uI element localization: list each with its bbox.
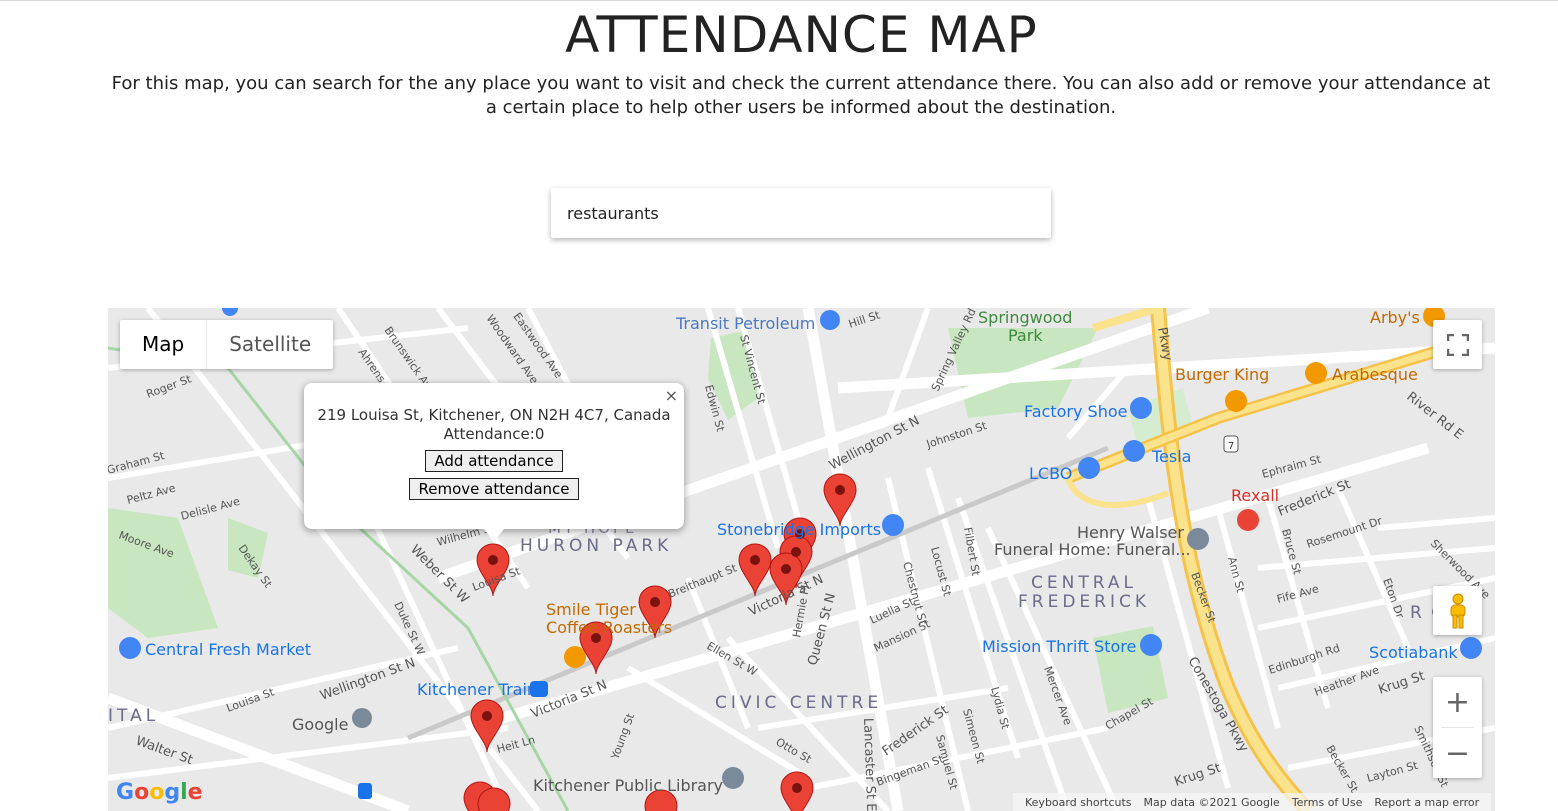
logo-letter: o: [149, 780, 165, 805]
map-data-attribution: Map data ©2021 Google: [1143, 795, 1280, 809]
label-civic-centre: CIVIC CENTRE: [715, 693, 882, 713]
label-lcbo: LCBO: [1029, 464, 1072, 483]
pharmacy-icon: [1237, 509, 1259, 531]
label-factory-shoe: Factory Shoe: [1024, 402, 1127, 421]
logo-letter: e: [187, 780, 203, 805]
label-central-fresh-market: Central Fresh Market: [145, 640, 311, 659]
label-arbys: Arby's: [1370, 308, 1420, 327]
info-window-close-icon[interactable]: ×: [665, 386, 678, 405]
info-window-attendance: Attendance:0: [443, 425, 545, 443]
map-type-satellite-button[interactable]: Satellite: [206, 320, 333, 369]
label-arabesque: Arabesque: [1332, 365, 1418, 384]
shopping-icon: [119, 637, 141, 659]
add-attendance-button[interactable]: Add attendance: [425, 450, 563, 472]
place-search-input[interactable]: [551, 188, 1051, 238]
fullscreen-button[interactable]: [1433, 320, 1482, 369]
label-scotiabank: Scotiabank: [1369, 643, 1458, 662]
shopping-icon: [1078, 457, 1100, 479]
remove-attendance-button[interactable]: Remove attendance: [409, 478, 579, 500]
zoom-control: + −: [1433, 677, 1482, 778]
restaurant-icon: [1305, 362, 1327, 384]
library-icon: [722, 767, 744, 789]
street-view-pegman-button[interactable]: [1433, 586, 1482, 635]
logo-letter: o: [134, 780, 150, 805]
info-window-address: 219 Louisa St, Kitchener, ON N2H 4C7, Ca…: [317, 406, 671, 424]
place-info-window: × 219 Louisa St, Kitchener, ON N2H 4C7, …: [304, 383, 684, 541]
label-henry-walser: Funeral Home: Funeral...: [994, 540, 1191, 559]
label-central-frederick: FREDERICK: [1018, 592, 1150, 612]
label-burger-king: Burger King: [1175, 365, 1269, 384]
label-smile-tiger: Smile Tiger: [546, 600, 636, 619]
terms-of-use-link[interactable]: Terms of Use: [1292, 796, 1363, 809]
bank-icon: [1460, 637, 1482, 659]
google-logo: Google: [116, 780, 203, 805]
zoom-out-button[interactable]: −: [1433, 728, 1482, 778]
pegman-icon: [1450, 593, 1465, 628]
label-google: Google: [292, 715, 348, 734]
logo-letter: g: [164, 780, 181, 805]
cafe-icon: [564, 646, 586, 668]
highway-shield-label: 7: [1228, 441, 1234, 452]
label-ital: ITAL: [108, 706, 159, 726]
attendance-map[interactable]: 7 Transit Petroleum Springwood Park Arby…: [108, 308, 1495, 811]
fullscreen-icon: [1446, 333, 1469, 356]
restaurant-icon: [1225, 390, 1247, 412]
report-map-error-link[interactable]: Report a map error: [1374, 796, 1479, 809]
page-title: ATTENDANCE MAP: [565, 6, 1038, 64]
label-smile-tiger: Coffee Roasters: [546, 618, 672, 637]
label-kitchener-train: Kitchener Train: [417, 680, 537, 699]
logo-letter: l: [180, 780, 188, 805]
label-stonebridge-imports: Stonebridge Imports: [717, 520, 881, 539]
label-huron-park: HURON PARK: [520, 536, 672, 556]
shopping-icon: [882, 514, 904, 536]
label-kitchener-library: Kitchener Public Library: [533, 776, 723, 795]
label-springwood-park: Springwood: [978, 308, 1072, 327]
label-mission-thrift: Mission Thrift Store: [982, 637, 1136, 656]
top-divider: [0, 0, 1558, 1]
label-rexall: Rexall: [1231, 486, 1279, 505]
transit-icon: [358, 783, 372, 799]
map-type-control: Map Satellite: [120, 320, 334, 369]
shopping-icon: [1123, 440, 1145, 462]
label-central-frederick: CENTRAL: [1031, 573, 1137, 593]
label-tesla: Tesla: [1151, 447, 1191, 466]
map-type-map-button[interactable]: Map: [120, 320, 206, 369]
label-springwood-park: Park: [1008, 326, 1043, 345]
logo-letter: G: [116, 780, 135, 805]
keyboard-shortcuts-link[interactable]: Keyboard shortcuts: [1025, 796, 1132, 809]
shopping-icon: [1130, 397, 1152, 419]
gas-station-icon: [820, 310, 840, 330]
label-transit-petroleum: Transit Petroleum: [675, 314, 815, 333]
shopping-icon: [1140, 634, 1162, 656]
google-office-icon: [352, 708, 372, 728]
map-footer: Keyboard shortcuts Map data ©2021 Google…: [1013, 793, 1492, 811]
zoom-in-button[interactable]: +: [1433, 677, 1482, 727]
info-window-tail: [484, 529, 504, 541]
page-intro: For this map, you can search for the any…: [111, 73, 1491, 118]
